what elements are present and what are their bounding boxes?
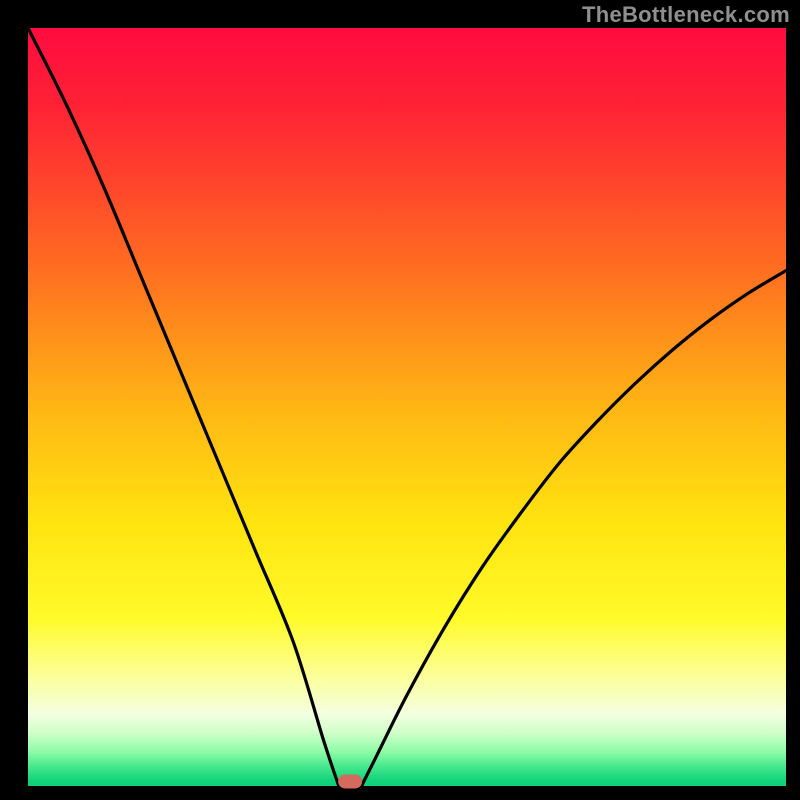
chart-container: { "watermark": "TheBottleneck.com", "cha… bbox=[0, 0, 800, 800]
optimum-marker bbox=[338, 774, 362, 788]
bottleneck-chart bbox=[0, 0, 800, 800]
plot-background bbox=[28, 28, 786, 786]
